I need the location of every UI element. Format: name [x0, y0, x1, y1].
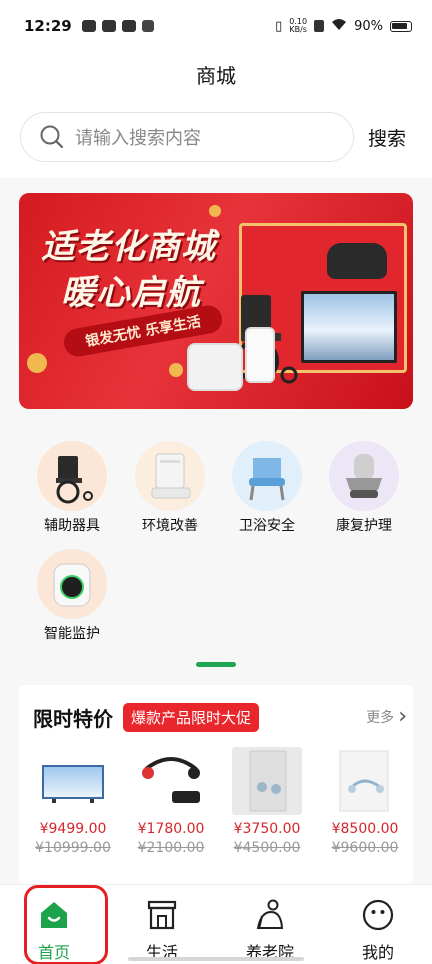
decor-ball — [169, 363, 183, 377]
product-price: ¥3750.00 — [233, 821, 301, 837]
massage-chair-icon — [329, 441, 399, 511]
product-original-price: ¥2100.00 — [137, 840, 205, 856]
flash-sale-tag: 爆款产品限时大促 — [123, 703, 260, 732]
flash-sale-title: 限时特价 — [33, 707, 113, 731]
purifier-icon — [135, 441, 205, 511]
search-placeholder: 请输入搜索内容 — [75, 128, 201, 149]
chevron-right-icon: › — [398, 704, 407, 729]
banner-title-line1: 适老化商城 — [41, 227, 216, 267]
category-grid: 辅助器具 环境改善 卫浴安全 康复护理 智能监护 — [0, 436, 432, 646]
status-bar: 12:29 ▯ 0.10 KB/s 90% — [0, 0, 432, 52]
home-icon — [36, 897, 72, 933]
status-right: ▯ 0.10 KB/s 90% — [275, 18, 412, 35]
carousel-indicator — [196, 662, 236, 667]
promo-banner[interactable]: 适老化商城 暖心启航 银发无忧 乐享生活 — [19, 193, 413, 409]
product-card[interactable]: ¥3750.00 ¥4500.00 — [225, 747, 309, 867]
flash-sale-header: 限时特价 爆款产品限时大促 — [33, 703, 260, 732]
category-label: 康复护理 — [336, 518, 392, 534]
product-price: ¥9499.00 — [39, 821, 107, 837]
notification-icons — [81, 20, 154, 32]
more-label: 更多 — [366, 710, 395, 726]
chat-notification-icon — [121, 20, 136, 32]
elder-icon — [252, 897, 288, 933]
category-label: 辅助器具 — [44, 518, 100, 534]
banner-title-line2: 暖心启航 — [61, 273, 201, 313]
product-original-price: ¥9600.00 — [331, 840, 399, 856]
battery-percent: 90% — [354, 18, 383, 34]
flash-sale-section: 限时特价 爆款产品限时大促 更多 › ¥9499.00 ¥10999.00 ¥1… — [19, 685, 413, 884]
network-speed: 0.10 KB/s — [289, 18, 307, 34]
tab-life[interactable]: 生活 — [108, 885, 216, 964]
bone-headphone-icon — [136, 747, 206, 815]
product-card[interactable]: ¥9499.00 ¥10999.00 — [31, 747, 115, 867]
tv-icon — [38, 747, 108, 815]
app-notification-icon — [81, 20, 96, 32]
product-original-price: ¥10999.00 — [35, 840, 111, 856]
tab-label: 首页 — [37, 943, 70, 962]
category-bath-safety[interactable]: 卫浴安全 — [219, 441, 315, 541]
product-price: ¥1780.00 — [137, 821, 205, 837]
search-row: 请输入搜索内容 搜索 — [0, 96, 432, 178]
category-label: 环境改善 — [142, 518, 198, 534]
tab-label: 我的 — [361, 943, 394, 962]
category-rehab[interactable]: 康复护理 — [316, 441, 412, 541]
page-title: 商城 — [196, 63, 236, 88]
category-label: 卫浴安全 — [239, 518, 295, 534]
bath-chair-icon — [232, 441, 302, 511]
category-label: 智能监护 — [44, 626, 100, 642]
tab-nursing-home[interactable]: 养老院 — [216, 885, 324, 964]
category-environment[interactable]: 环境改善 — [122, 441, 218, 541]
product-card[interactable]: ¥8500.00 ¥9600.00 — [323, 747, 407, 867]
wheelchair-icon — [37, 441, 107, 511]
sim-icon — [314, 20, 325, 32]
product-card[interactable]: ¥1780.00 ¥2100.00 — [129, 747, 213, 867]
vibrate-icon: ▯ — [275, 18, 283, 34]
vr-headset-graphic — [327, 243, 387, 279]
category-assistive[interactable]: 辅助器具 — [24, 441, 120, 541]
speed-unit: KB/s — [289, 25, 307, 34]
search-button[interactable]: 搜索 — [368, 124, 412, 151]
monitor-device-icon — [37, 549, 107, 619]
status-time: 12:29 — [24, 17, 72, 35]
tv-graphic — [301, 291, 397, 363]
more-link[interactable]: 更多 › — [366, 704, 407, 729]
page-header: 商城 — [0, 52, 432, 96]
main-content: 适老化商城 暖心启航 银发无忧 乐享生活 辅助器具 环境改善 卫浴安全 康复护理… — [0, 178, 432, 884]
app-notification-icon — [101, 20, 116, 32]
decor-ball — [209, 205, 221, 217]
blood-pressure-graphic — [187, 343, 243, 391]
hearing-aid-icon — [330, 747, 400, 815]
decor-ball — [27, 353, 47, 373]
gesture-bar[interactable] — [128, 957, 304, 961]
shop-icon — [144, 897, 180, 933]
search-input[interactable]: 请输入搜索内容 — [20, 112, 354, 162]
crown-notification-icon — [141, 20, 154, 32]
hearing-aid-box-icon — [232, 747, 302, 815]
tab-mine[interactable]: 我的 — [324, 885, 432, 964]
battery-icon — [390, 20, 412, 32]
tab-home[interactable]: 首页 — [0, 885, 108, 964]
glucose-meter-graphic — [245, 327, 275, 383]
bottom-tab-bar: 首页 生活 养老院 我的 — [0, 884, 432, 964]
product-original-price: ¥4500.00 — [233, 840, 301, 856]
wifi-icon — [331, 18, 347, 35]
search-icon — [40, 125, 64, 149]
profile-face-icon — [360, 897, 396, 933]
category-smart-monitor[interactable]: 智能监护 — [24, 549, 120, 649]
product-price: ¥8500.00 — [331, 821, 399, 837]
